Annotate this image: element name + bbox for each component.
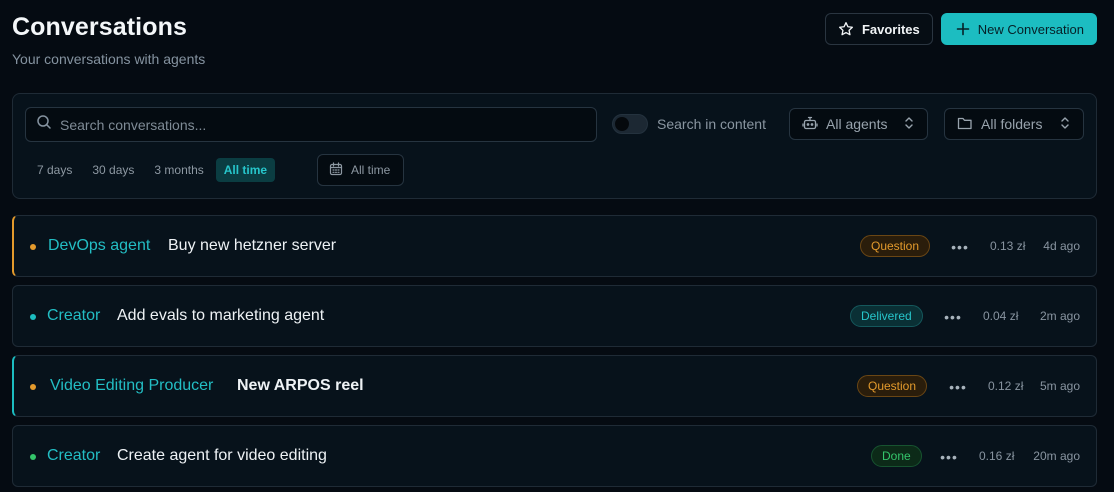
more-options-icon[interactable]: ••• — [950, 237, 970, 257]
search-in-content-label: Search in content — [657, 116, 766, 132]
status-dot — [30, 244, 36, 250]
page-title: Conversations — [12, 13, 187, 41]
conversation-age: 4d ago — [1043, 239, 1080, 253]
conversation-cost: 0.04 zł — [983, 309, 1019, 323]
conversation-row[interactable]: Creator Add evals to marketing agent Del… — [12, 285, 1097, 347]
favorites-label: Favorites — [861, 21, 920, 37]
search-box — [25, 107, 597, 142]
status-dot — [30, 314, 36, 320]
new-conversation-label: New Conversation — [977, 21, 1084, 37]
plus-icon — [956, 22, 970, 36]
conversation-list: DevOps agent Buy new hetzner server Ques… — [12, 215, 1097, 492]
range-7-days[interactable]: 7 days — [29, 158, 80, 182]
status-badge: Done — [871, 445, 922, 467]
page-header: Conversations Your conversations with ag… — [12, 0, 1102, 93]
agents-select[interactable]: All agents — [789, 108, 928, 140]
conversation-title: Create agent for video editing — [117, 447, 327, 464]
range-30-days[interactable]: 30 days — [84, 158, 142, 182]
toggle-knob — [615, 117, 629, 131]
conversation-agent[interactable]: Video Editing Producer — [50, 377, 213, 395]
conversation-title: New ARPOS reel — [237, 377, 364, 394]
folders-select-label: All folders — [981, 116, 1043, 132]
search-in-content-toggle[interactable] — [612, 114, 648, 134]
agents-select-label: All agents — [826, 116, 888, 132]
new-conversation-button[interactable]: New Conversation — [940, 13, 1097, 45]
search-icon — [36, 114, 52, 135]
chevrons-up-down-icon — [903, 116, 915, 133]
conversation-age: 2m ago — [1039, 309, 1080, 323]
header-actions: Favorites New Conversation — [824, 13, 1097, 45]
more-options-icon[interactable]: ••• — [943, 307, 963, 327]
time-range-tabs: 7 days 30 days 3 months All time — [29, 158, 276, 182]
status-dot — [30, 454, 36, 460]
status-badge: Question — [860, 235, 931, 257]
conversation-age: 5m ago — [1039, 379, 1080, 393]
page-subtitle: Your conversations with agents — [12, 51, 206, 67]
conversation-cost: 0.12 zł — [988, 379, 1024, 393]
folder-icon — [957, 115, 973, 134]
folders-select[interactable]: All folders — [944, 108, 1084, 140]
favorites-button[interactable]: Favorites — [824, 13, 933, 45]
filter-panel: Search in content All agents All folders… — [12, 93, 1097, 199]
search-in-content: Search in content — [612, 114, 766, 134]
star-icon — [838, 21, 854, 37]
conversation-row[interactable]: Creator Create agent for video editing D… — [12, 425, 1097, 487]
conversation-cost: 0.13 zł — [990, 239, 1026, 253]
conversation-agent[interactable]: Creator — [47, 307, 100, 325]
date-picker-button[interactable]: All time — [317, 154, 404, 186]
conversation-cost: 0.16 zł — [979, 449, 1015, 463]
conversation-agent[interactable]: Creator — [47, 447, 100, 465]
conversations-page: Conversations Your conversations with ag… — [0, 0, 1114, 492]
status-badge: Question — [857, 375, 928, 397]
conversation-row[interactable]: DevOps agent Buy new hetzner server Ques… — [12, 215, 1097, 277]
conversation-title: Add evals to marketing agent — [117, 307, 325, 324]
range-all-time[interactable]: All time — [215, 158, 276, 182]
bot-icon — [802, 115, 818, 134]
status-dot — [30, 384, 36, 390]
calendar-icon — [329, 161, 343, 179]
more-options-icon[interactable]: ••• — [939, 447, 959, 467]
conversation-agent[interactable]: DevOps agent — [48, 237, 150, 255]
range-3-months[interactable]: 3 months — [146, 158, 211, 182]
status-badge: Delivered — [850, 305, 923, 327]
conversation-row[interactable]: Video Editing Producer New ARPOS reel Qu… — [12, 355, 1097, 417]
chevrons-up-down-icon — [1059, 116, 1071, 133]
date-picker-label: All time — [351, 163, 391, 177]
conversation-age: 20m ago — [1033, 449, 1080, 463]
search-input[interactable] — [60, 116, 596, 133]
conversation-title: Buy new hetzner server — [168, 237, 337, 254]
more-options-icon[interactable]: ••• — [948, 377, 968, 397]
